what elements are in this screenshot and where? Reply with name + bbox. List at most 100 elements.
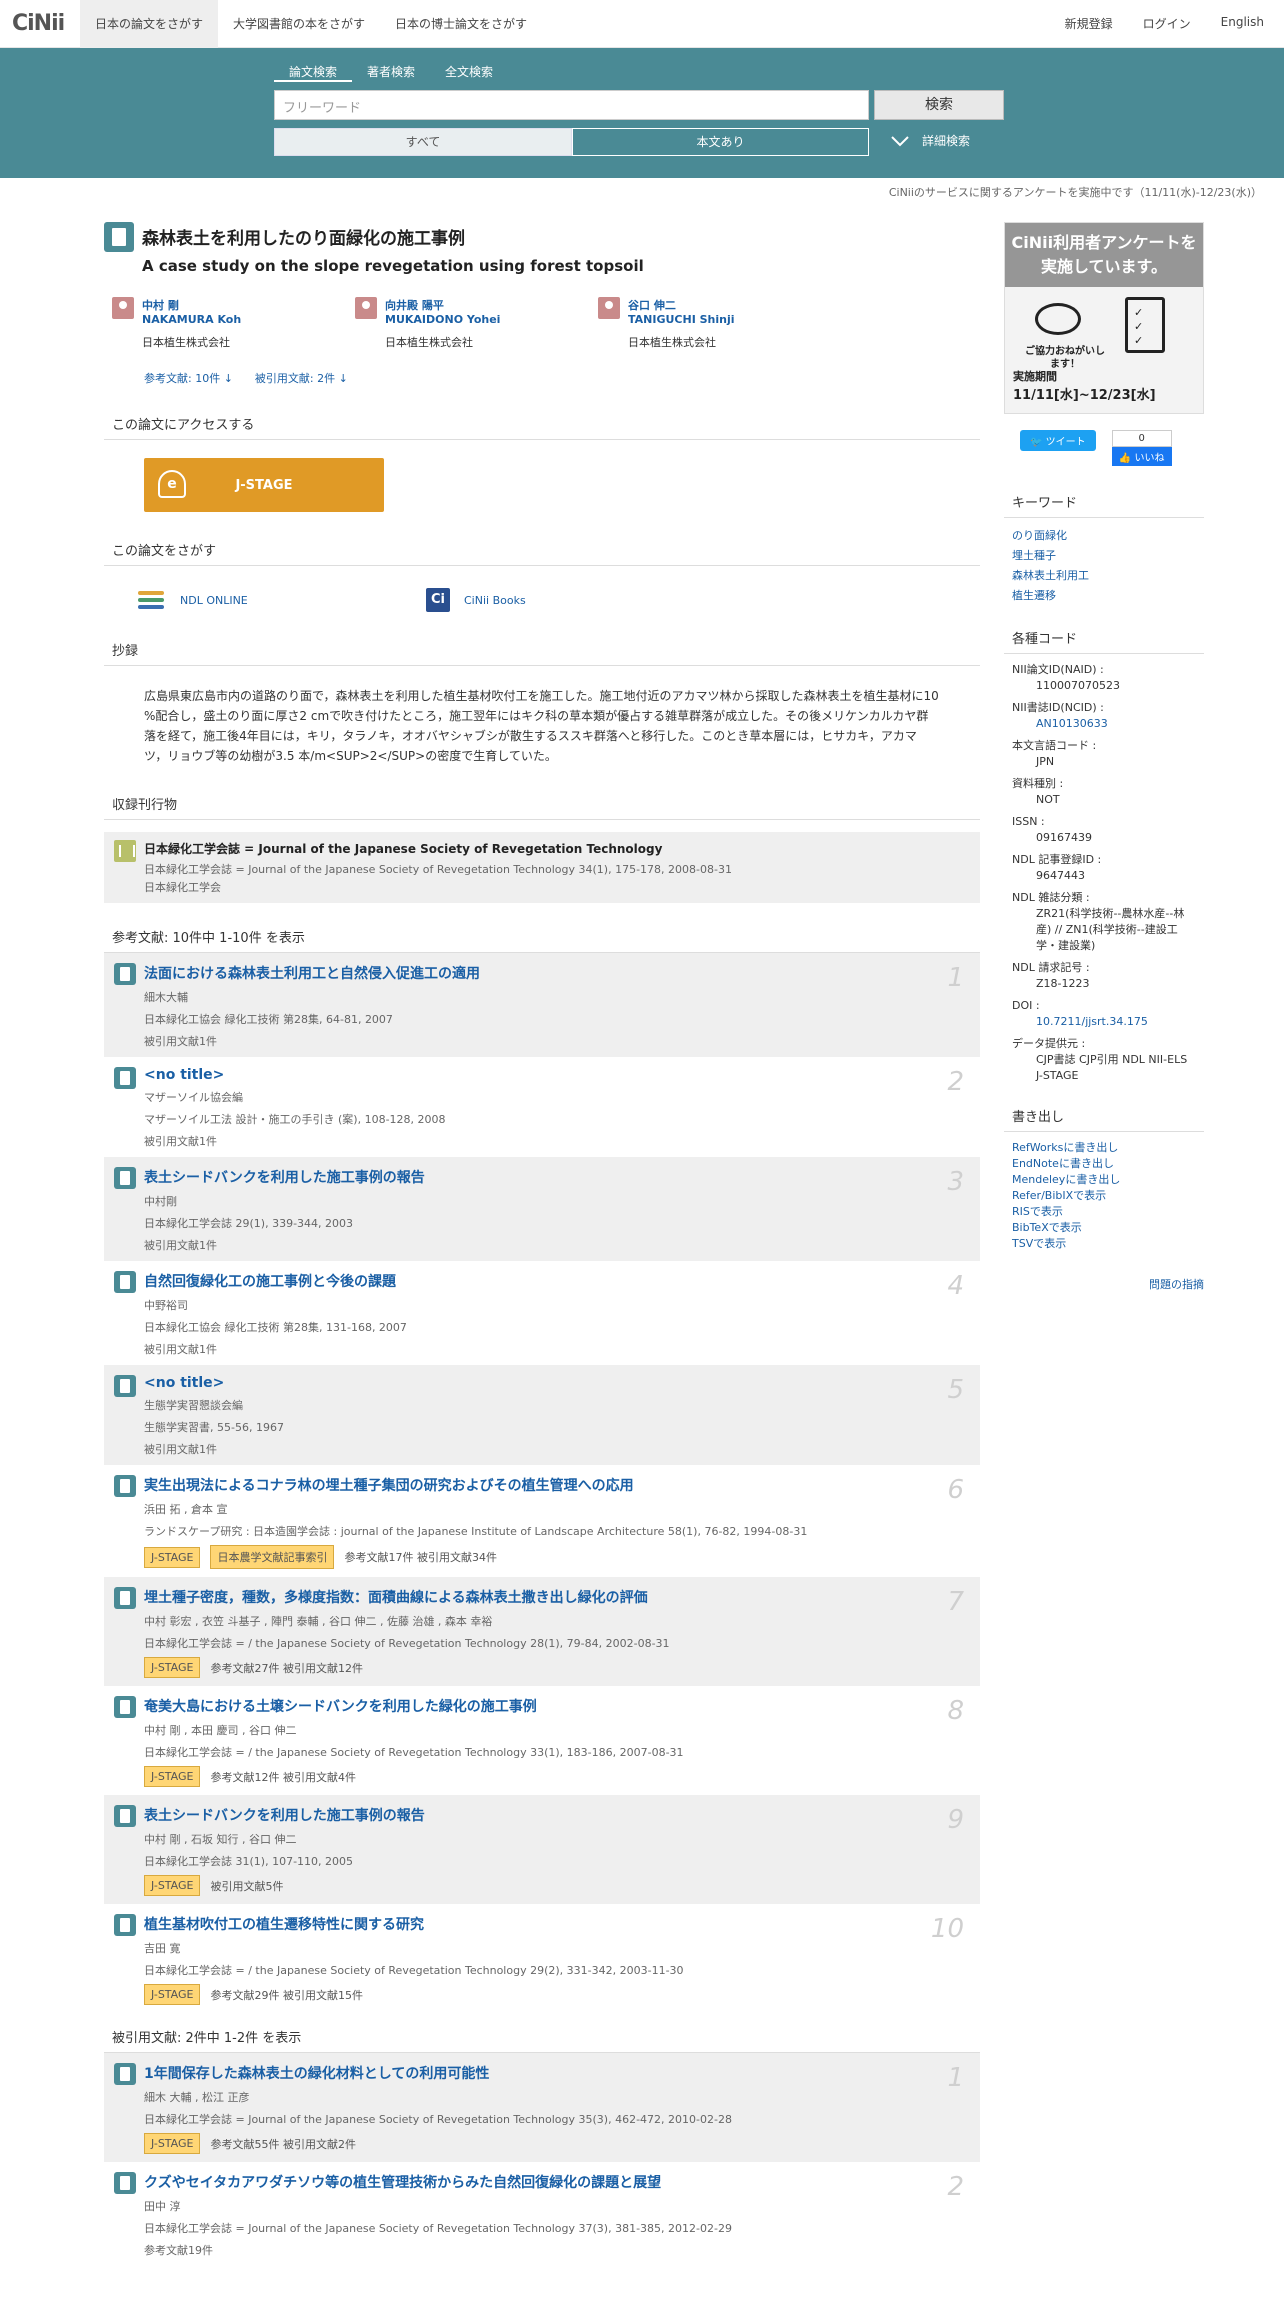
item-tag[interactable]: 日本農学文献記事索引 <box>210 1545 335 1569</box>
item-title[interactable]: 実生出現法によるコナラ林の埋土種子集団の研究およびその植生管理への応用 <box>144 1475 807 1495</box>
item-meta: 被引用文献1件 <box>144 1343 217 1356</box>
item-title[interactable]: <no title> <box>144 1067 446 1083</box>
list-item: 奄美大島における土壌シードバンクを利用した緑化の施工事例 中村 剛 , 本田 慶司… <box>104 1686 980 1795</box>
journal-title[interactable]: 日本緑化工学会誌 = Journal of the Japanese Socie… <box>144 840 732 857</box>
list-item: 実生出現法によるコナラ林の埋土種子集団の研究およびその植生管理への応用 浜田 拓 … <box>104 1465 980 1577</box>
author-name-en[interactable]: TANIGUCHI Shinji <box>628 313 735 326</box>
item-source: マザーソイル工法 設計・施工の手引き (案), 108-128, 2008 <box>144 1113 446 1126</box>
report-problem-link[interactable]: 問題の指摘 <box>1004 1276 1204 1292</box>
filter-all[interactable]: すべて <box>274 128 572 156</box>
document-icon <box>114 1475 136 1497</box>
search-input[interactable]: フリーワード <box>274 90 869 120</box>
code-value: JPN <box>1036 755 1055 768</box>
item-meta: 被引用文献1件 <box>144 1135 217 1148</box>
item-author: マザーソイル協会編 <box>144 1091 243 1104</box>
author-name-en[interactable]: NAKAMURA Koh <box>142 313 241 326</box>
cinii-books-link[interactable]: Ci CiNii Books <box>426 588 714 612</box>
code-value-link[interactable]: 10.7211/jjsrt.34.175 <box>1036 1015 1148 1028</box>
clipboard-icon <box>1125 297 1165 353</box>
code-value-link[interactable]: AN10130633 <box>1036 717 1108 730</box>
item-title[interactable]: 自然回復緑化工の施工事例と今後の課題 <box>144 1271 407 1291</box>
author-name-ja[interactable]: 中村 剛 <box>142 297 241 313</box>
item-title[interactable]: 表土シードバンクを利用した施工事例の報告 <box>144 1167 425 1187</box>
sidebar: CiNii利用者アンケートを実施しています。 ご協力おねがいします！ 実施期間 … <box>1004 222 1204 1292</box>
filter-fulltext[interactable]: 本文あり <box>572 128 869 156</box>
item-tag[interactable]: J-STAGE <box>144 1875 201 1896</box>
survey-banner[interactable]: CiNii利用者アンケートを実施しています。 ご協力おねがいします！ 実施期間 … <box>1004 222 1204 414</box>
item-number: 6 <box>947 1475 964 1505</box>
journal-detail: 日本緑化工学会誌 = Journal of the Japanese Socie… <box>144 863 732 876</box>
nav-tab-dissertations[interactable]: 日本の博士論文をさがす <box>380 0 542 48</box>
references-list: 法面における森林表土利用工と自然侵入促進工の適用 細木大輔 日本緑化工協会 緑化工技… <box>104 953 980 2013</box>
search-tab-fulltext[interactable]: 全文検索 <box>430 62 508 82</box>
speech-bubble-icon <box>1035 303 1081 335</box>
export-link[interactable]: BibTeXで表示 <box>1012 1221 1082 1234</box>
document-icon <box>114 963 136 985</box>
login-link[interactable]: ログイン <box>1143 15 1191 32</box>
jstage-e-icon: e <box>158 470 186 498</box>
item-title[interactable]: 1年間保存した森林表土の緑化材料としての利用可能性 <box>144 2063 732 2083</box>
author-name-en[interactable]: MUKAIDONO Yohei <box>385 313 500 326</box>
search-button[interactable]: 検索 <box>874 90 1004 120</box>
nav-tab-books[interactable]: 大学図書館の本をさがす <box>218 0 380 48</box>
english-link[interactable]: English <box>1221 15 1264 32</box>
export-link[interactable]: RISで表示 <box>1012 1205 1063 1218</box>
references-jump-link[interactable]: 参考文献: 10件 ↓ <box>144 370 233 386</box>
item-meta: 被引用文献1件 <box>144 1443 217 1456</box>
item-title[interactable]: 奄美大島における土壌シードバンクを利用した緑化の施工事例 <box>144 1696 684 1716</box>
item-title[interactable]: クズやセイタカアワダチソウ等の植生管理技術からみた自然回復緑化の課題と展望 <box>144 2172 732 2192</box>
references-heading: 参考文献: 10件中 1-10件 を表示 <box>104 921 980 953</box>
search-tab-articles[interactable]: 論文検索 <box>274 62 353 82</box>
item-title[interactable]: 法面における森林表土利用工と自然侵入促進工の適用 <box>144 963 480 983</box>
item-title[interactable]: 埋土種子密度，種数，多様度指数：面積曲線による森林表土撒き出し緑化の評価 <box>144 1587 670 1607</box>
code-label: DOI : <box>1012 999 1040 1012</box>
nav-tab-articles[interactable]: 日本の論文をさがす <box>80 0 219 48</box>
ndl-online-link[interactable]: NDL ONLINE <box>138 589 426 611</box>
export-link[interactable]: Mendeleyに書き出し <box>1012 1173 1120 1186</box>
code-value: CJP書誌 CJP引用 NDL NII-ELS J-STAGE <box>1036 1053 1188 1082</box>
author-name-ja[interactable]: 向井殿 陽平 <box>385 297 500 313</box>
item-title[interactable]: 植生基材吹付工の植生遷移特性に関する研究 <box>144 1914 684 1934</box>
cinii-logo[interactable]: CiNii <box>0 11 80 36</box>
item-tag[interactable]: J-STAGE <box>144 1546 201 1568</box>
item-source: 生態学実習書, 55-56, 1967 <box>144 1421 284 1434</box>
tweet-button[interactable]: 🐦 ツイート <box>1020 430 1096 451</box>
keyword-link[interactable]: のり面緑化 <box>1012 529 1067 542</box>
item-meta: 被引用文献1件 <box>144 1239 217 1252</box>
author-name-ja[interactable]: 谷口 伸二 <box>628 297 735 313</box>
search-banner: 論文検索 著者検索 全文検索 フリーワード 検索 すべて 本文あり 詳細検索 <box>0 48 1284 178</box>
keyword-link[interactable]: 植生遷移 <box>1012 589 1056 602</box>
export-link[interactable]: TSVで表示 <box>1012 1237 1066 1250</box>
export-link[interactable]: RefWorksに書き出し <box>1012 1141 1118 1154</box>
code-label: データ提供元 : <box>1012 1037 1086 1050</box>
like-button[interactable]: 👍 いいね <box>1111 447 1172 466</box>
advanced-search-label: 詳細検索 <box>922 134 971 148</box>
item-tag[interactable]: J-STAGE <box>144 1766 201 1787</box>
keyword-link[interactable]: 埋土種子 <box>1012 549 1056 562</box>
item-title[interactable]: 表土シードバンクを利用した施工事例の報告 <box>144 1805 425 1825</box>
cited-jump-link[interactable]: 被引用文献: 2件 ↓ <box>255 370 348 386</box>
item-number: 7 <box>947 1587 964 1617</box>
author-avatar-icon <box>355 297 377 319</box>
item-tag[interactable]: J-STAGE <box>144 1657 201 1678</box>
item-title[interactable]: <no title> <box>144 1375 284 1391</box>
item-number: 8 <box>947 1696 964 1726</box>
export-link[interactable]: Refer/BibIXで表示 <box>1012 1189 1106 1202</box>
jstage-button[interactable]: e J-STAGE <box>144 458 384 512</box>
twitter-icon: 🐦 <box>1030 437 1043 448</box>
item-tag[interactable]: J-STAGE <box>144 2133 201 2154</box>
advanced-search-toggle[interactable]: 詳細検索 <box>890 132 970 149</box>
list-item: 植生基材吹付工の植生遷移特性に関する研究 吉田 寛日本緑化工学会誌 = / the… <box>104 1904 980 2013</box>
item-meta: 参考文献27件 被引用文献12件 <box>210 1661 363 1675</box>
item-meta: 参考文献17件 被引用文献34件 <box>344 1551 497 1564</box>
survey-notice[interactable]: CiNiiのサービスに関するアンケートを実施中です（11/11(水)-12/23… <box>0 178 1284 202</box>
search-tab-authors[interactable]: 著者検索 <box>352 62 430 82</box>
item-author: 田中 淳 <box>144 2200 181 2213</box>
author-list: 中村 剛 NAKAMURA Koh 日本植生株式会社 向井殿 陽平 MUKAID… <box>112 297 980 350</box>
document-icon <box>114 2172 136 2194</box>
export-link[interactable]: EndNoteに書き出し <box>1012 1157 1114 1170</box>
register-link[interactable]: 新規登録 <box>1065 15 1113 32</box>
item-tag[interactable]: J-STAGE <box>144 1984 201 2005</box>
list-item: 法面における森林表土利用工と自然侵入促進工の適用 細木大輔 日本緑化工協会 緑化工技… <box>104 953 980 1057</box>
keyword-link[interactable]: 森林表土利用工 <box>1012 569 1089 582</box>
